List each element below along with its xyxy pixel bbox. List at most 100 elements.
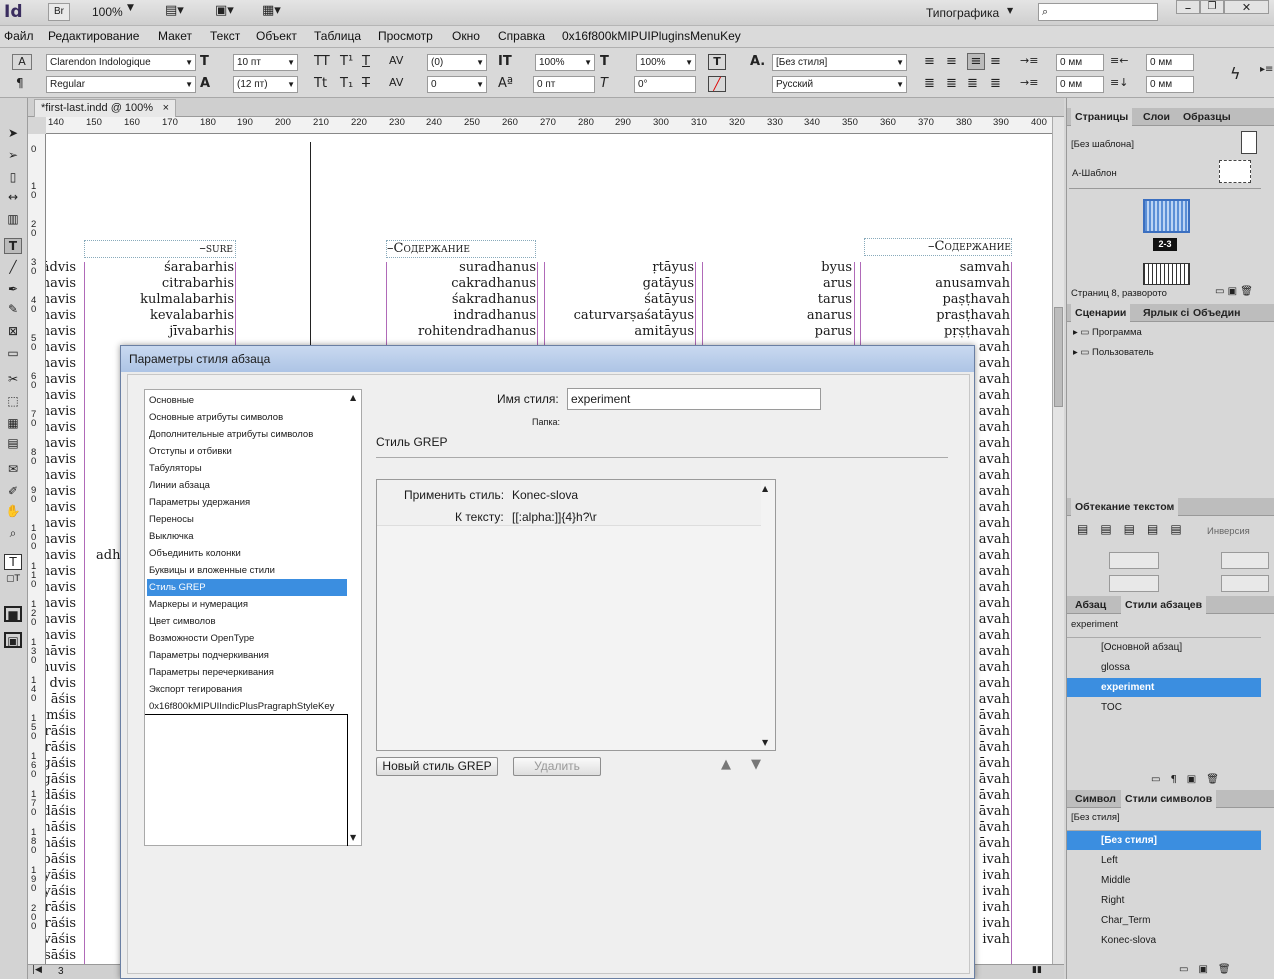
tab-character-styles[interactable]: Стили символов [1121, 790, 1217, 808]
language-field[interactable]: Русский ▼ [772, 76, 907, 93]
paragraph-style-item[interactable]: experiment [1067, 678, 1261, 697]
character-style-item[interactable]: Middle [1067, 871, 1261, 890]
category-item[interactable]: Переносы [147, 511, 347, 528]
panel-menu-icon[interactable]: ▸≡ [1260, 64, 1273, 75]
script-folder-program[interactable]: ▸ ▭ Программа [1073, 327, 1142, 338]
tab-character[interactable]: Символ [1071, 790, 1120, 808]
page-tool-icon[interactable]: ▯ [4, 170, 22, 186]
scroll-right-icon[interactable]: ▮▮ [1032, 965, 1042, 975]
menu-file[interactable]: Файл [4, 29, 34, 43]
menu-object[interactable]: Объект [256, 29, 297, 43]
menu-table[interactable]: Таблица [314, 29, 361, 43]
running-header[interactable]: –sure [84, 240, 236, 258]
arrange-documents-icon[interactable]: ▦▾ [262, 3, 281, 18]
category-item[interactable]: Линии абзаца [147, 477, 347, 494]
tab-pages[interactable]: Страницы [1071, 108, 1133, 126]
align-right-icon[interactable]: ≡ [967, 53, 985, 70]
character-formatting-icon[interactable]: A [12, 54, 32, 70]
font-size-field[interactable]: 10 пт ▼ [233, 54, 298, 71]
category-item[interactable]: Параметры подчеркивания [147, 647, 347, 664]
workspace-switcher[interactable]: Типографика [926, 6, 999, 20]
category-item[interactable]: Буквицы и вложенные стили [147, 562, 347, 579]
view-options-icon[interactable]: ▤▾ [165, 3, 184, 18]
category-item[interactable]: Цвет символов [147, 613, 347, 630]
wrap-top-offset[interactable] [1109, 552, 1159, 569]
skew-field[interactable]: 0° [634, 76, 696, 93]
search-input[interactable]: ⌕ [1038, 3, 1158, 21]
new-grep-style-button[interactable]: Новый стиль GREP [376, 757, 498, 776]
menu-edit[interactable]: Редактирование [48, 29, 139, 43]
character-style-item[interactable]: Konec-slova [1067, 931, 1261, 950]
font-family-field[interactable]: Clarendon Indologique ▼ [46, 54, 196, 71]
fill-stroke-icon[interactable]: T [4, 554, 22, 570]
minimize-button[interactable]: – [1176, 0, 1200, 16]
category-item[interactable]: Объединить колонки [147, 545, 347, 562]
left-indent-field[interactable]: 0 мм [1056, 54, 1104, 71]
grep-rule[interactable]: Применить стиль: Konec-slova К тексту: [… [377, 480, 761, 526]
tab-layers[interactable]: Слои [1139, 108, 1174, 126]
category-item[interactable]: Параметры перечеркивания [147, 664, 347, 681]
menu-type[interactable]: Текст [210, 29, 240, 43]
category-item[interactable]: Дополнительные атрибуты символов [147, 426, 347, 443]
type-tool-icon[interactable]: T [4, 238, 22, 254]
character-style-item[interactable]: Left [1067, 851, 1261, 870]
chevron-down-icon[interactable]: ▼ [127, 3, 134, 13]
baseline-shift-field[interactable]: 0 пт [533, 76, 595, 93]
hand-tool-icon[interactable]: ✋ [4, 504, 22, 520]
tab-script-label[interactable]: Ярлык сі [1139, 304, 1193, 322]
restore-button[interactable]: ❐ [1200, 0, 1224, 14]
rectangle-frame-tool-icon[interactable]: ⊠ [4, 324, 22, 340]
menu-plugins[interactable]: 0x16f800kMIPUIPluginsMenuKey [562, 29, 741, 43]
justify-all-icon[interactable]: ≣ [990, 76, 1001, 91]
category-item[interactable]: Экспорт тегирования [147, 681, 347, 698]
scroll-up-icon[interactable]: ▲ [762, 484, 768, 493]
preview-mode-icon[interactable]: ▣ [4, 632, 22, 648]
spread-thumbnail[interactable] [1143, 199, 1190, 233]
running-header[interactable]: –Содержание [864, 238, 1012, 256]
screen-mode-icon[interactable]: ▣▾ [215, 3, 234, 18]
invert-checkbox[interactable]: Инверсия [1207, 526, 1250, 537]
underline-icon[interactable]: T [362, 54, 370, 69]
wrap-options-icons[interactable]: ▤▤▤▤▤ [1077, 522, 1194, 536]
tab-text-wrap[interactable]: Обтекание текстом [1071, 498, 1179, 516]
scroll-down-icon[interactable]: ▼ [762, 738, 768, 747]
justify-right-icon[interactable]: ≣ [967, 76, 978, 91]
tab-paragraph-styles[interactable]: Стили абзацев [1121, 596, 1207, 614]
character-style-item[interactable]: Char_Term [1067, 911, 1261, 930]
superscript-icon[interactable]: T¹ [340, 54, 353, 69]
all-caps-icon[interactable]: TT [314, 54, 330, 69]
strikethrough-icon[interactable]: T [362, 76, 370, 91]
bridge-button[interactable]: Br [48, 3, 70, 21]
leading-field[interactable]: (12 пт) ▼ [233, 76, 298, 93]
category-item[interactable]: Табуляторы [147, 460, 347, 477]
fill-text-icon[interactable]: T [708, 54, 726, 70]
category-item[interactable]: Параметры удержания [147, 494, 347, 511]
right-indent-field[interactable]: 0 мм [1146, 54, 1194, 71]
stroke-none-icon[interactable]: ╱ [708, 76, 726, 92]
grep-text-value[interactable]: [[:alpha:]]{4}h?\r [512, 510, 597, 524]
menu-window[interactable]: Окно [452, 29, 480, 43]
space-after-field[interactable]: 0 мм [1146, 76, 1194, 93]
category-item[interactable]: Отступы и отбивки [147, 443, 347, 460]
master-thumbnail[interactable] [1241, 131, 1257, 154]
first-line-indent-field[interactable]: 0 мм [1056, 76, 1104, 93]
master-a-thumbnail[interactable] [1219, 160, 1251, 183]
first-page-icon[interactable]: |◀ [32, 965, 42, 975]
align-towards-spine-icon[interactable]: ≡ [990, 54, 1001, 69]
category-item[interactable]: Возможности OpenType [147, 630, 347, 647]
paragraph-style-item[interactable]: [Основной абзац] [1067, 638, 1261, 657]
grep-rules-box[interactable]: Применить стиль: Konec-slova К тексту: [… [376, 479, 776, 751]
paragraph-formatting-icon[interactable]: ¶ [16, 76, 24, 90]
character-style-item[interactable]: Right [1067, 891, 1261, 910]
free-transform-tool-icon[interactable]: ⬚ [4, 394, 22, 410]
tab-swatches[interactable]: Образцы [1179, 108, 1235, 126]
gap-tool-icon[interactable]: ↔ [4, 190, 22, 206]
close-window-button[interactable]: ✕ [1224, 0, 1269, 14]
menu-help[interactable]: Справка [498, 29, 545, 43]
document-scrollbar[interactable] [1052, 117, 1064, 964]
dialog-title[interactable]: Параметры стиля абзаца [121, 346, 974, 372]
category-item[interactable]: 0x16f800kMIPUIIndicPlusPragraphStyleKey [147, 698, 347, 715]
wrap-left-offset[interactable] [1221, 552, 1269, 569]
grep-apply-value[interactable]: Konec-slova [512, 488, 578, 502]
master-none[interactable]: [Без шаблона] [1071, 139, 1134, 150]
